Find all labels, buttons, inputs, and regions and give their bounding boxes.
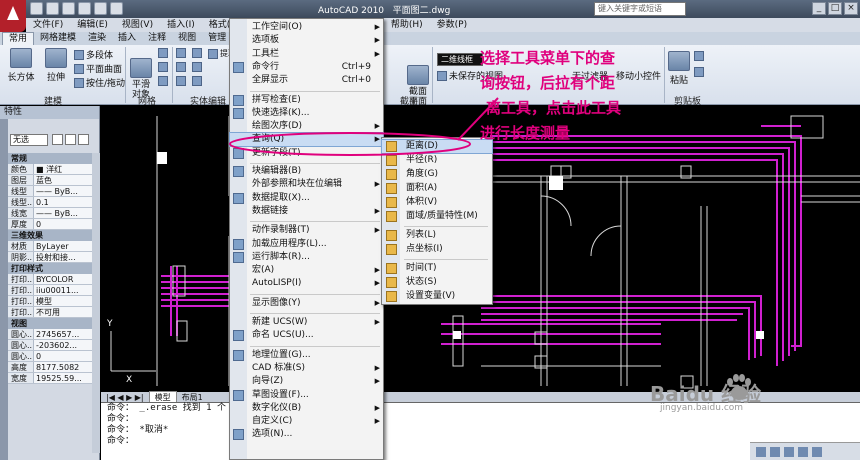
tray-icon[interactable] <box>756 446 766 457</box>
watermark-url: jingyan.baidu.com <box>660 403 744 413</box>
annotation-line: 询按钮，后拉有个距 <box>480 74 616 92</box>
annotation-text: 选择工具菜单下的查 询按钮，后拉有个距 离工具，点击此工具 进行长度测量 <box>480 46 690 146</box>
annotation-line: 选择工具菜单下的查 <box>480 49 616 67</box>
annotation-line: 进行长度测量 <box>480 124 571 142</box>
tray-icon[interactable] <box>812 446 822 457</box>
status-tray <box>750 442 860 460</box>
annotation-line: 离工具，点击此工具 <box>486 99 622 117</box>
tray-icon[interactable] <box>798 446 808 457</box>
highlight-ellipse <box>229 132 471 156</box>
tray-icon[interactable] <box>770 446 780 457</box>
tray-icon[interactable] <box>784 446 794 457</box>
